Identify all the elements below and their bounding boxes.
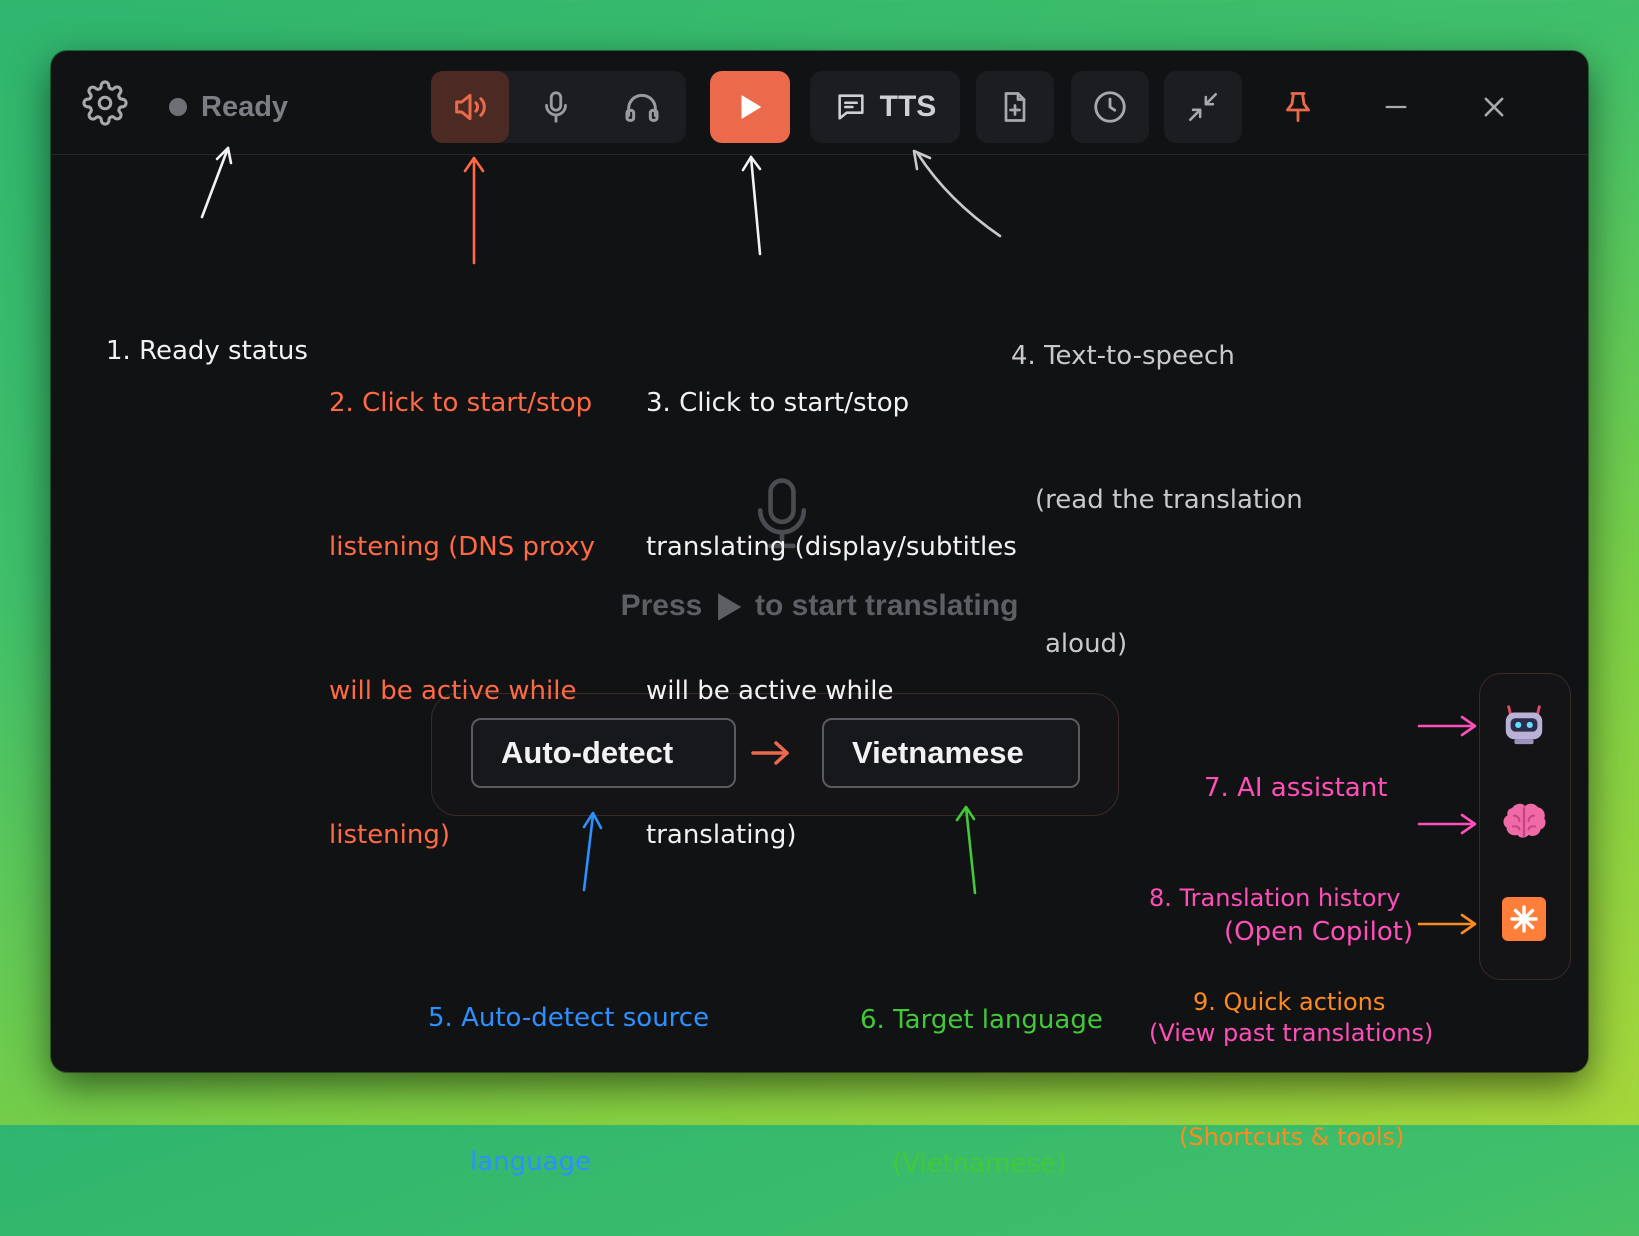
arrow-1	[200, 146, 233, 219]
annotation-target-language: 6. Target language (Vietnamese)	[860, 1005, 1103, 1179]
annotation-listening: 2. Click to start/stop listening (DNS pr…	[329, 388, 596, 850]
annotation-tts: 4. Text-to-speech (read the translation …	[1011, 341, 1303, 659]
annotation-auto-detect: 5. Auto-detect source language	[428, 1003, 710, 1177]
annotation-quick-actions: 9. Quick actions (Shortcuts & tools)	[1179, 988, 1405, 1151]
arrow-2	[463, 156, 485, 265]
arrow-3	[741, 155, 762, 256]
annotation-translating: 3. Click to start/stop translating (disp…	[646, 388, 1017, 850]
arrow-4	[912, 149, 1002, 238]
annotation-ready-status: 1. Ready status	[106, 336, 308, 366]
arrow-7	[1417, 715, 1477, 737]
